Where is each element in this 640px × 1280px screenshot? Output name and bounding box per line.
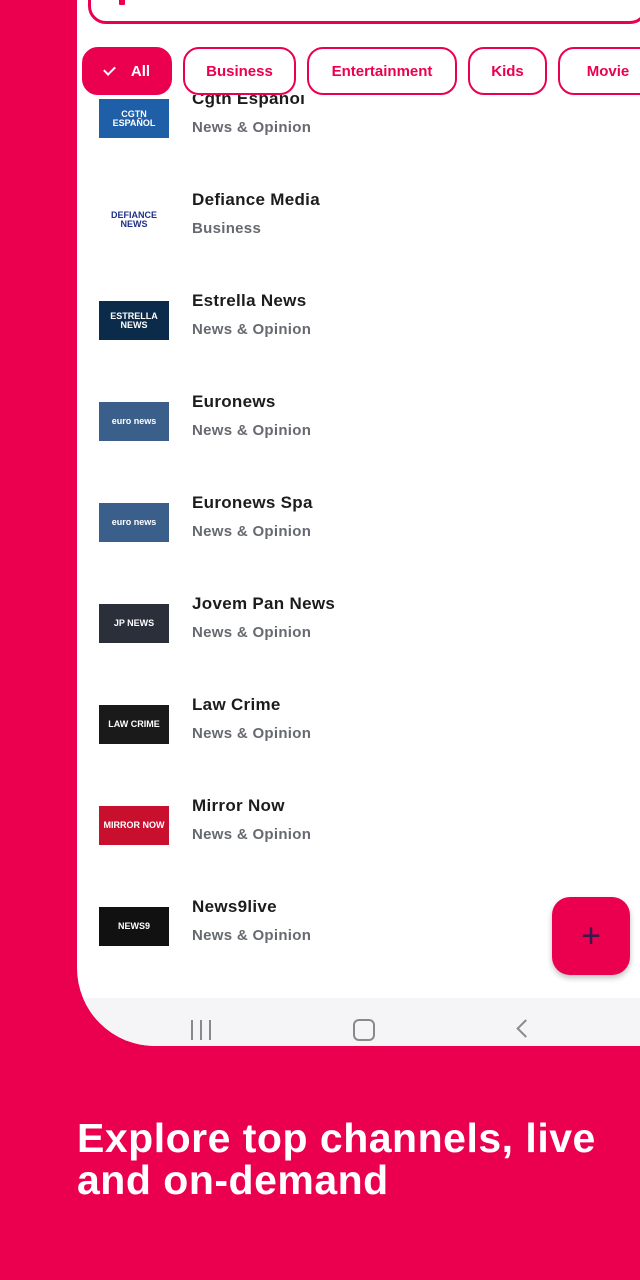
channel-logo-text: MIRROR NOW [103,820,165,830]
channel-category: News & Opinion [192,826,312,843]
channel-category: News & Opinion [192,523,312,540]
channel-category: Business [192,220,262,237]
check-icon [103,62,116,76]
channel-title: Jovem Pan News [192,594,336,613]
add-button[interactable]: + [552,897,630,975]
channel-logo: NEWS9 [99,907,169,946]
channel-logo: ESTRELLA NEWS [99,301,169,340]
channel-category: News & Opinion [192,422,312,439]
channel-logo-text: euro news [111,416,157,426]
channel-title: Euronews Spa [192,493,313,512]
channel-logo: euro news [99,402,169,441]
search-cursor [119,0,125,5]
channel-category: News & Opinion [192,119,312,136]
promo-headline: Explore top channels, live and on-demand [77,1115,596,1203]
channel-row[interactable]: JP NEWS Jovem Pan News News & Opinion [77,594,640,695]
filter-chip-kids[interactable]: Kids [468,47,547,95]
filter-chip-business[interactable]: Business [183,47,296,95]
channel-title: Estrella News [192,291,307,310]
filter-chip-all[interactable]: All [82,47,172,95]
channel-list[interactable]: CGTN ESPAÑOL Cgtn Espanol News & Opinion DE… [77,95,640,975]
channel-row[interactable]: DEFIANCE NEWS Defiance Media Business [77,190,640,291]
channel-category: News & Opinion [192,624,312,641]
channel-category: News & Opinion [192,321,312,338]
back-icon[interactable] [516,1019,535,1038]
channel-logo-text: ESTRELLA NEWS [110,310,158,330]
channel-title: News9live [192,897,277,916]
channel-logo: LAW CRIME [99,705,169,744]
channel-logo: CGTN ESPAÑOL [99,99,169,138]
channel-logo-text: DEFIANCE NEWS [110,209,157,229]
plus-icon: + [581,916,601,955]
channel-logo-text: LAW CRIME [108,719,160,729]
app-screen: CGTN ESPAÑOL Cgtn Espanol News & Opinion DE… [77,0,640,1046]
channel-row[interactable]: euro news Euronews Spa News & Opinion [77,493,640,594]
channel-row[interactable]: LAW CRIME Law Crime News & Opinion [77,695,640,796]
system-navigation-bar [77,998,640,1046]
category-filter-bar: All Business Entertainment Kids Movie [77,47,640,95]
channel-logo: MIRROR NOW [99,806,169,845]
home-icon[interactable] [353,1019,375,1041]
search-input[interactable] [88,0,640,24]
channel-logo-text: euro news [111,517,157,527]
channel-title: Defiance Media [192,190,320,209]
filter-chip-movie[interactable]: Movie [558,47,640,95]
channel-title: Law Crime [192,695,281,714]
channel-category: News & Opinion [192,927,312,944]
channel-logo-text: NEWS9 [117,921,150,931]
channel-logo: DEFIANCE NEWS [99,200,169,239]
channel-row[interactable]: ESTRELLA NEWS Estrella News News & Opinion [77,291,640,392]
channel-row[interactable]: CGTN ESPAÑOL Cgtn Espanol News & Opinion [77,95,640,190]
recent-apps-icon[interactable] [191,1020,213,1040]
filter-chip-entertainment[interactable]: Entertainment [307,47,457,95]
channel-title: Cgtn Espanol [192,95,306,108]
channel-title: Mirror Now [192,796,285,815]
channel-logo-text: JP NEWS [113,618,155,628]
channel-title: Euronews [192,392,276,411]
channel-row[interactable]: euro news Euronews News & Opinion [77,392,640,493]
channel-category: News & Opinion [192,725,312,742]
channel-logo-text: CGTN ESPAÑOL [112,108,156,128]
channel-logo: euro news [99,503,169,542]
channel-logo: JP NEWS [99,604,169,643]
channel-row[interactable]: MIRROR NOW Mirror Now News & Opinion [77,796,640,897]
